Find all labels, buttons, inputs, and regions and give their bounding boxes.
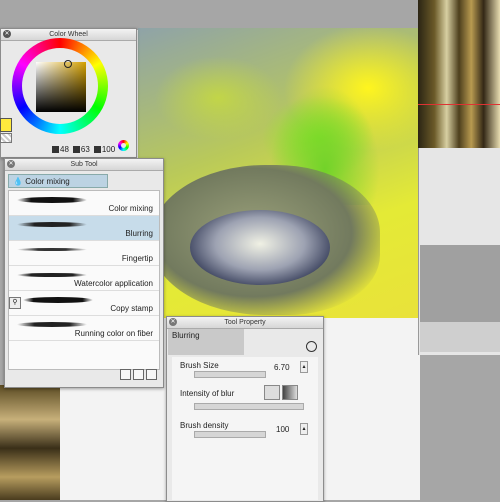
list-item[interactable]: Running color on fiber (9, 316, 159, 341)
color-picker-marker[interactable] (64, 60, 72, 68)
sub-tool-label: Color mixing (108, 204, 153, 213)
brush-stroke-preview (17, 322, 87, 327)
sub-tool-label: Copy stamp (110, 304, 153, 313)
intensity-slider[interactable] (194, 403, 304, 410)
brush-density-label: Brush density (180, 421, 229, 430)
saturation-value-square[interactable] (36, 62, 86, 112)
sub-tool-list: Color mixing Blurring Fingertip Watercol… (8, 190, 160, 370)
saturation-indicator (72, 145, 80, 153)
hue-value[interactable]: 48 (60, 145, 69, 154)
list-item[interactable]: Color mixing (9, 191, 159, 216)
brush-stroke-preview (17, 273, 87, 277)
tool-property-header: Blurring (168, 329, 244, 355)
brush-size-stepper[interactable]: ▴ (300, 361, 308, 373)
reference-photo (418, 0, 500, 148)
sub-tool-titlebar[interactable]: ✕ Sub Tool (5, 159, 163, 171)
list-item[interactable]: Blurring (9, 216, 159, 241)
brush-stroke-preview (17, 222, 87, 227)
list-item[interactable]: ⚲ Copy stamp (9, 291, 159, 316)
transparent-color-swatch[interactable] (0, 133, 12, 143)
sub-tool-group-label: Color mixing (25, 177, 70, 186)
value-indicator (93, 145, 101, 153)
guide-line (418, 104, 500, 105)
tool-name: Blurring (172, 331, 200, 340)
sub-tool-group-tab[interactable]: 💧 Color mixing (8, 174, 108, 188)
stamp-icon: ⚲ (9, 297, 21, 309)
tool-property-titlebar[interactable]: ✕ Tool Property (167, 317, 323, 329)
tool-property-body: Brush Size 6.70 ▴ Intensity of blur Brus… (172, 357, 318, 500)
close-icon[interactable]: ✕ (3, 30, 11, 38)
sub-tool-actions (120, 369, 160, 383)
sub-tool-label: Fingertip (121, 254, 153, 263)
reference-photo-left (0, 385, 60, 500)
stone-paint-area (190, 210, 330, 285)
brush-stroke-preview (17, 248, 87, 251)
blur-gradient-icon[interactable] (282, 385, 298, 400)
close-icon[interactable]: ✕ (7, 160, 15, 168)
sub-tool-title: Sub Tool (70, 161, 98, 168)
delete-icon[interactable] (146, 369, 157, 380)
brush-size-slider[interactable] (194, 371, 266, 378)
hue-indicator (52, 145, 59, 153)
reference-panel-empty (420, 245, 500, 325)
list-item[interactable]: Watercolor application (9, 266, 159, 291)
brush-density-slider[interactable] (194, 431, 266, 438)
hsv-readout: 48 63 100 (52, 144, 115, 154)
brightness-value[interactable]: 100 (102, 145, 115, 154)
brush-stroke-preview (23, 297, 93, 303)
color-mode-icon[interactable] (118, 140, 129, 151)
intensity-label: Intensity of blur (180, 389, 235, 398)
sub-tool-label: Blurring (125, 229, 153, 238)
reference-sliders[interactable] (420, 322, 500, 352)
blur-mode-icon[interactable] (264, 385, 280, 400)
brush-density-value[interactable]: 100 (276, 425, 289, 434)
sub-tool-label: Watercolor application (74, 279, 153, 288)
settings-icon[interactable] (120, 369, 131, 380)
new-subtool-icon[interactable] (133, 369, 144, 380)
color-wheel-title: Color Wheel (49, 31, 88, 38)
zoom-icon[interactable] (306, 341, 317, 352)
list-item[interactable]: Fingertip (9, 241, 159, 266)
brush-density-stepper[interactable]: ▴ (300, 423, 308, 435)
brush-size-value[interactable]: 6.70 (274, 363, 290, 372)
main-color-swatch[interactable] (0, 118, 12, 132)
close-icon[interactable]: ✕ (169, 318, 177, 326)
saturation-value[interactable]: 63 (81, 145, 90, 154)
brush-size-label: Brush Size (180, 361, 219, 370)
sub-tool-label: Running color on fiber (74, 329, 153, 338)
tool-property-title: Tool Property (224, 319, 266, 326)
brush-stroke-preview (17, 197, 87, 203)
